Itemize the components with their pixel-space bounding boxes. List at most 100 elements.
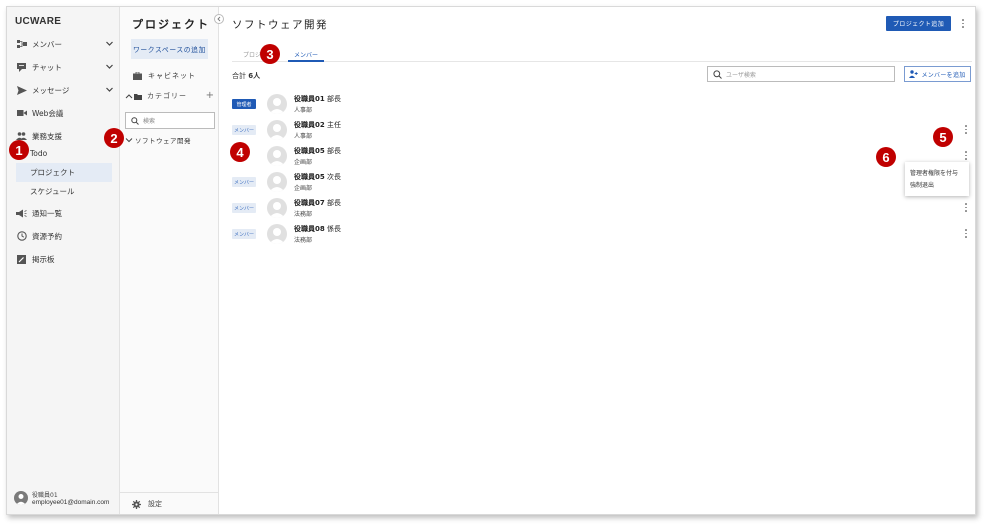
sidebar-subitem-schedule[interactable]: スケジュール (16, 182, 112, 201)
member-row[interactable]: メンバー 役職員02 主任 人事部 (232, 120, 967, 146)
member-dept: 法務部 (294, 237, 313, 244)
member-options-icon[interactable] (963, 228, 969, 239)
sidebar-item-label: 掲示板 (32, 254, 55, 264)
tree-item-label: ソフトウェア開発 (135, 137, 191, 145)
member-total: 合計 6人 (232, 71, 260, 81)
settings-button[interactable]: 設定 (120, 492, 219, 509)
app-window: UCWARE メンバー チャット メッセージ Web会議 業務支援 Todo プ… (6, 6, 976, 515)
tab-members[interactable]: メンバー (288, 50, 325, 62)
member-dept: 企画部 (294, 159, 313, 166)
member-row[interactable]: メンバー 役職員07 部長 法務部 (232, 198, 967, 224)
member-row[interactable]: メンバー 役職員05 次長 企画部 (232, 172, 967, 198)
sidebar-item-web-meeting[interactable]: Web会議 (7, 103, 119, 123)
sidebar-subitem-project[interactable]: プロジェクト (16, 163, 112, 182)
sidebar-item-label: Web会議 (32, 108, 64, 118)
member-dept: 人事部 (294, 107, 313, 114)
member-name: 役職員07 部長 (294, 199, 341, 207)
user-name: 役職員01 (32, 492, 58, 499)
send-icon (16, 85, 27, 96)
sidebar-item-label: メッセージ (32, 85, 70, 95)
role-badge: メンバー (232, 229, 256, 239)
tab-project[interactable]: プロジ (243, 50, 261, 59)
chevron-up-icon (125, 93, 133, 98)
search-placeholder: ユーザ検索 (726, 71, 756, 79)
sidebar-subitem-todo[interactable]: Todo (16, 144, 112, 163)
add-workspace-button[interactable]: ワークスペースの追加 (131, 39, 208, 59)
category-label: カテゴリー (147, 92, 187, 100)
clock-icon (16, 231, 27, 242)
member-dept: 人事部 (294, 133, 313, 140)
chevron-down-icon (106, 87, 113, 92)
member-dept: 企画部 (294, 185, 313, 192)
sidebar-item-bulletin-board[interactable]: 掲示板 (7, 249, 119, 269)
avatar (267, 224, 287, 244)
member-options-icon[interactable] (963, 124, 969, 135)
chat-icon (16, 62, 27, 73)
member-options-icon[interactable] (963, 150, 969, 161)
folder-icon (134, 93, 142, 100)
avatar (267, 146, 287, 166)
add-category-icon[interactable]: + (206, 90, 215, 101)
member-row[interactable]: 管理者 役職員01 部長 人事部 (232, 94, 967, 120)
cabinet-item[interactable]: キャビネット (133, 71, 196, 81)
callout-marker-1: 1 (9, 140, 29, 160)
sidebar-item-label: チャット (32, 62, 62, 72)
brand-logo: UCWARE (15, 16, 62, 27)
add-member-button[interactable]: メンバーを追加 (904, 66, 971, 82)
sidebar-item-messages[interactable]: メッセージ (7, 80, 119, 100)
sidebar: UCWARE メンバー チャット メッセージ Web会議 業務支援 Todo プ… (7, 7, 120, 514)
callout-marker-6: 6 (876, 147, 896, 167)
user-search-input[interactable]: ユーザ検索 (707, 66, 895, 82)
settings-label: 設定 (148, 500, 162, 508)
member-context-menu: 管理者権限を付与 強制退出 (905, 162, 969, 196)
tab-bar: プロジ メンバー (232, 49, 972, 62)
sidebar-subitem-label: プロジェクト (30, 168, 75, 177)
tree-item-software-dev[interactable]: ソフトウェア開発 (125, 135, 191, 145)
callout-marker-5: 5 (933, 127, 953, 147)
callout-marker-3: 3 (260, 44, 280, 64)
role-badge: 管理者 (232, 99, 256, 109)
member-name: 役職員05 部長 (294, 147, 341, 155)
total-label: 合計 (232, 72, 246, 80)
member-row[interactable]: 役職員05 部長 企画部 (232, 146, 967, 172)
sidebar-subitem-label: Todo (30, 149, 48, 158)
briefcase-icon (133, 72, 142, 80)
member-dept: 法務部 (294, 211, 313, 218)
menu-item-force-remove[interactable]: 強制退出 (910, 178, 964, 190)
page-title: ソフトウェア開発 (232, 19, 328, 31)
role-badge: メンバー (232, 203, 256, 213)
sidebar-item-members[interactable]: メンバー (7, 34, 119, 54)
category-header[interactable]: カテゴリー + (125, 90, 215, 101)
chevron-down-icon (106, 41, 113, 46)
user-email: employee01@domain.com (32, 499, 110, 506)
sidebar-item-label: 通知一覧 (32, 208, 62, 218)
project-panel: プロジェクト ワークスペースの追加 キャビネット カテゴリー + 検索 ソフトウ… (120, 7, 224, 514)
sidebar-item-label: 業務支援 (32, 131, 62, 141)
more-options-icon[interactable] (960, 18, 966, 29)
current-user[interactable]: 役職員01 employee01@domain.com (14, 490, 109, 506)
sidebar-item-notifications[interactable]: 通知一覧 (7, 203, 119, 223)
main-content: ソフトウェア開発 プロジェクト追加 プロジ メンバー 合計 6人 ユーザ検索 メ… (219, 7, 976, 514)
add-project-button[interactable]: プロジェクト追加 (886, 16, 951, 31)
role-badge: メンバー (232, 177, 256, 187)
search-icon (713, 69, 722, 79)
member-name: 役職員01 部長 (294, 95, 341, 103)
member-name: 役職員05 次長 (294, 173, 341, 181)
search-placeholder: 検索 (143, 118, 156, 125)
sidebar-item-chat[interactable]: チャット (7, 57, 119, 77)
board-icon (16, 254, 27, 265)
total-count: 6人 (248, 72, 261, 80)
megaphone-icon (16, 208, 27, 219)
cabinet-label: キャビネット (148, 72, 196, 80)
project-search-input[interactable]: 検索 (125, 112, 215, 129)
member-row[interactable]: メンバー 役職員08 係長 法務部 (232, 224, 967, 250)
panel-title: プロジェクト (132, 18, 210, 31)
sidebar-item-resource-booking[interactable]: 資源予約 (7, 226, 119, 246)
avatar (267, 120, 287, 140)
member-options-icon[interactable] (963, 202, 969, 213)
avatar (267, 94, 287, 114)
sidebar-subitem-label: スケジュール (30, 187, 75, 196)
video-icon (16, 108, 27, 119)
avatar (267, 198, 287, 218)
menu-item-grant-admin[interactable]: 管理者権限を付与 (910, 166, 964, 178)
